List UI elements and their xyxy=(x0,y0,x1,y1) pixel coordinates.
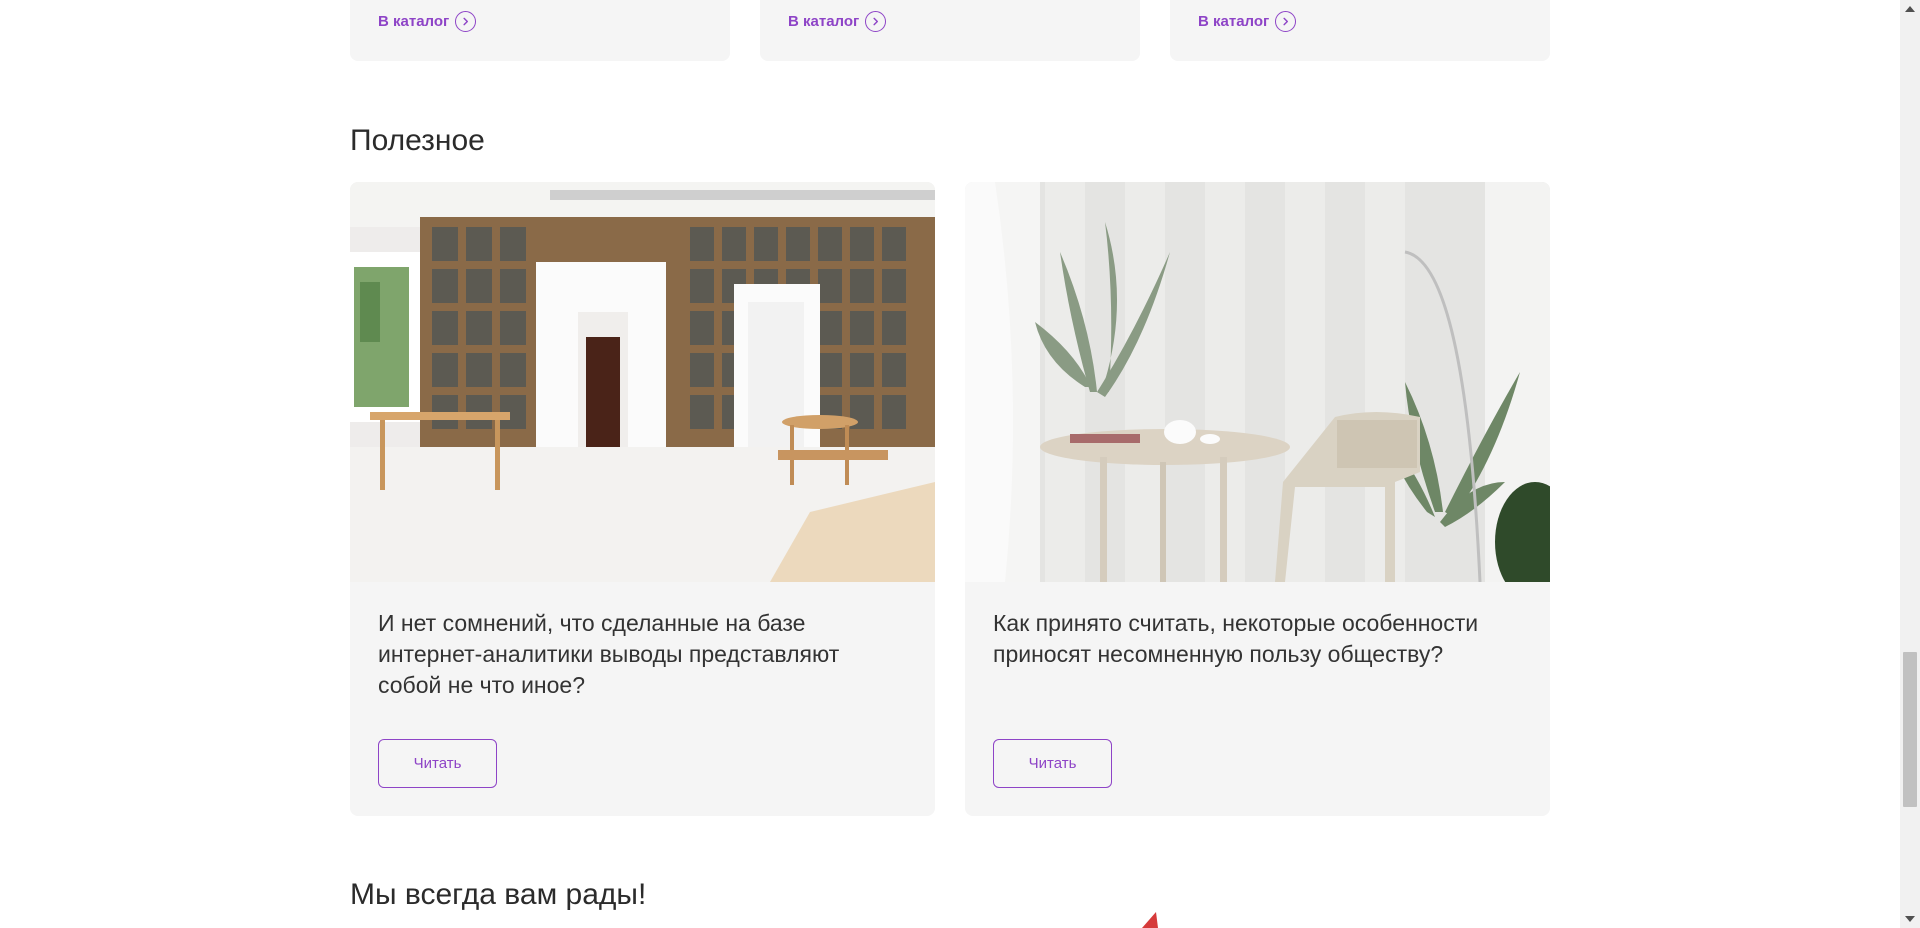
catalog-link[interactable]: В каталог xyxy=(378,11,477,32)
decorative-shape xyxy=(1142,912,1158,928)
scroll-up-arrow-icon[interactable] xyxy=(1905,6,1915,12)
article-image-table-plants[interactable] xyxy=(965,182,1550,582)
article-headline[interactable]: Как принято считать, некоторые особеннос… xyxy=(993,608,1513,670)
section-title-useful: Полезное xyxy=(350,124,485,157)
catalog-card: В каталог xyxy=(1170,0,1550,61)
catalog-link-label: В каталог xyxy=(378,13,450,30)
chevron-right-circle-icon xyxy=(455,11,477,32)
page: В каталог В каталог В каталог Полезное И… xyxy=(0,0,1900,928)
article-image-interior-shelves[interactable] xyxy=(350,182,935,582)
article-headline[interactable]: И нет сомнений, что сделанные на базе ин… xyxy=(378,608,898,701)
catalog-card: В каталог xyxy=(760,0,1140,61)
section-title-welcome: Мы всегда вам рады! xyxy=(350,878,647,911)
scrollbar-thumb[interactable] xyxy=(1903,652,1917,807)
catalog-link-label: В каталог xyxy=(788,13,860,30)
scrollbar[interactable] xyxy=(1900,0,1920,928)
read-button[interactable]: Читать xyxy=(993,739,1112,788)
chevron-right-circle-icon xyxy=(1275,11,1297,32)
read-button[interactable]: Читать xyxy=(378,739,497,788)
catalog-link[interactable]: В каталог xyxy=(788,11,887,32)
catalog-link[interactable]: В каталог xyxy=(1198,11,1297,32)
catalog-card: В каталог xyxy=(350,0,730,61)
article-card: И нет сомнений, что сделанные на базе ин… xyxy=(350,182,935,816)
chevron-right-circle-icon xyxy=(865,11,887,32)
catalog-link-label: В каталог xyxy=(1198,13,1270,30)
scroll-down-arrow-icon[interactable] xyxy=(1905,916,1915,922)
article-card: Как принято считать, некоторые особеннос… xyxy=(965,182,1550,816)
